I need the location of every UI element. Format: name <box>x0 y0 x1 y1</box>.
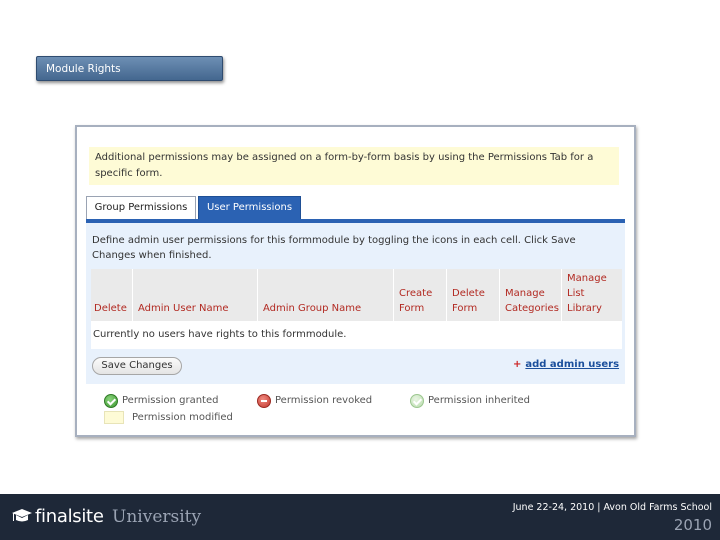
module-rights-panel: Additional permissions may be assigned o… <box>75 125 636 437</box>
column-header-admin-user-name[interactable]: Admin User Name <box>138 301 229 316</box>
add-admin-users-link[interactable]: + add admin users <box>513 357 619 373</box>
column-header-delete-form: Delete Form <box>452 288 485 314</box>
column-header-delete: Delete <box>94 303 127 314</box>
column-divider <box>393 269 394 321</box>
legend-granted-label: Permission granted <box>122 395 219 406</box>
empty-table-message: Currently no users have rights to this f… <box>91 321 622 349</box>
footer-banner: finalsite University June 22-24, 2010 | … <box>0 494 720 540</box>
legend-inherited-label: Permission inherited <box>428 395 531 406</box>
legend-modified-label: Permission modified <box>132 412 233 423</box>
plus-icon: + <box>513 359 522 370</box>
add-admin-users-label[interactable]: add admin users <box>525 359 619 370</box>
column-divider <box>499 269 500 321</box>
column-divider <box>446 269 447 321</box>
user-permissions-pane: Define admin user permissions for this f… <box>86 223 625 384</box>
column-divider <box>132 269 133 321</box>
pane-description: Define admin user permissions for this f… <box>92 235 576 261</box>
minus-icon <box>257 394 271 408</box>
section-label: Module Rights <box>36 56 223 81</box>
brand-name: finalsite <box>35 506 104 527</box>
tab-user-permissions[interactable]: User Permissions <box>198 196 301 219</box>
check-icon <box>410 394 424 408</box>
graduation-cap-icon <box>12 509 32 522</box>
modified-swatch <box>104 411 124 424</box>
tab-group-permissions[interactable]: Group Permissions <box>86 196 196 219</box>
event-info: June 22-24, 2010 | Avon Old Farms School <box>512 502 712 513</box>
check-icon <box>104 394 118 408</box>
event-year: 2010 <box>673 516 712 534</box>
column-header-manage-list-library: Manage List Library <box>567 273 607 314</box>
column-header-admin-group-name[interactable]: Admin Group Name <box>263 301 361 316</box>
permissions-notice: Additional permissions may be assigned o… <box>89 147 619 185</box>
column-divider <box>561 269 562 321</box>
permissions-table-header: Delete Admin User Name Admin Group Name … <box>91 269 622 321</box>
save-changes-button[interactable]: Save Changes <box>92 357 182 375</box>
brand-suffix: University <box>112 507 202 527</box>
column-header-manage-categories: Manage Categories <box>505 288 559 314</box>
column-header-create-form: Create Form <box>399 288 433 314</box>
column-divider <box>257 269 258 321</box>
legend-revoked-label: Permission revoked <box>275 395 373 406</box>
